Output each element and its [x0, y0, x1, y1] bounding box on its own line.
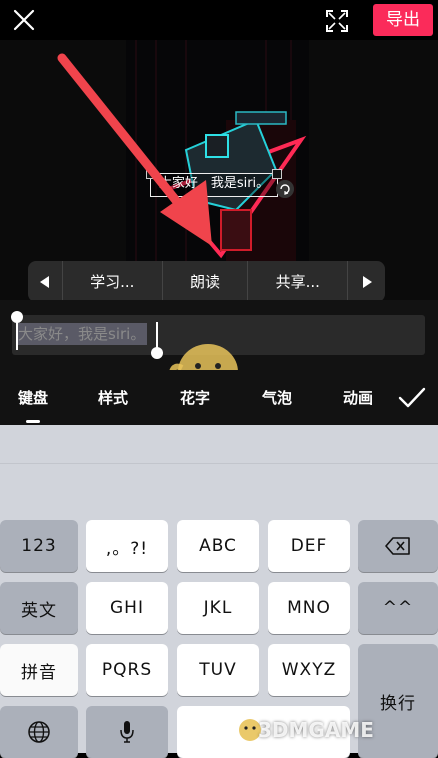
fullscreen-icon[interactable]: [322, 6, 352, 36]
selected-text[interactable]: 大家好，我是siri。: [16, 323, 148, 345]
caption-handle[interactable]: [272, 169, 282, 179]
menu-next-button[interactable]: [347, 261, 385, 302]
selection-start-knob[interactable]: [11, 311, 23, 323]
menu-item-learn[interactable]: 学习...: [61, 261, 162, 302]
microphone-icon: [120, 721, 134, 743]
key-123[interactable]: 123: [0, 520, 78, 572]
tab-fancy-text[interactable]: 花字: [180, 387, 210, 408]
rotate-icon[interactable]: [276, 180, 294, 198]
tab-animation[interactable]: 动画: [343, 387, 373, 408]
tab-keyboard[interactable]: 键盘: [18, 387, 48, 408]
tab-style[interactable]: 样式: [98, 387, 128, 408]
key-pqrs[interactable]: PQRS: [86, 644, 168, 696]
key-tuv[interactable]: TUV: [177, 644, 259, 696]
keyboard: 123 ,。?! ABC DEF 英文 GHI JKL MNO ^^ 拼音 PQ…: [0, 425, 438, 758]
text-context-menu: 学习... 朗读 共享...: [28, 261, 385, 302]
caption-handle[interactable]: [146, 169, 156, 179]
close-icon[interactable]: [10, 6, 38, 34]
key-globe[interactable]: [0, 706, 78, 758]
triangle-left-icon: [39, 275, 49, 288]
key-wxyz[interactable]: WXYZ: [268, 644, 350, 696]
backspace-icon: [385, 537, 410, 555]
candidate-bar: [0, 425, 438, 464]
globe-icon: [28, 721, 50, 743]
selection-end-knob[interactable]: [151, 347, 163, 359]
top-bar: 导出: [0, 0, 438, 40]
key-emoticon[interactable]: ^^: [358, 582, 438, 634]
key-pinyin[interactable]: 拼音: [0, 644, 78, 696]
active-tab-indicator: [26, 420, 40, 423]
caption-overlay[interactable]: 大家好，我是siri。: [150, 173, 278, 197]
key-mno[interactable]: MNO: [268, 582, 350, 634]
key-delete[interactable]: [358, 520, 438, 572]
style-tab-bar: 键盘 样式 花字 气泡 动画: [0, 370, 438, 425]
key-punctuation[interactable]: ,。?!: [86, 520, 168, 572]
key-microphone[interactable]: [86, 706, 168, 758]
key-jkl[interactable]: JKL: [177, 582, 259, 634]
key-ghi[interactable]: GHI: [86, 582, 168, 634]
triangle-right-icon: [362, 275, 372, 288]
export-button[interactable]: 导出: [373, 4, 433, 36]
key-abc[interactable]: ABC: [177, 520, 259, 572]
key-def[interactable]: DEF: [268, 520, 350, 572]
watermark-text: 3DMGAME: [258, 718, 374, 742]
menu-item-speak[interactable]: 朗读: [161, 261, 248, 302]
menu-item-share[interactable]: 共享...: [247, 261, 347, 302]
menu-prev-button[interactable]: [28, 261, 62, 302]
tab-bubble[interactable]: 气泡: [262, 387, 292, 408]
checkmark-icon[interactable]: [398, 385, 426, 411]
key-english[interactable]: 英文: [0, 582, 78, 634]
